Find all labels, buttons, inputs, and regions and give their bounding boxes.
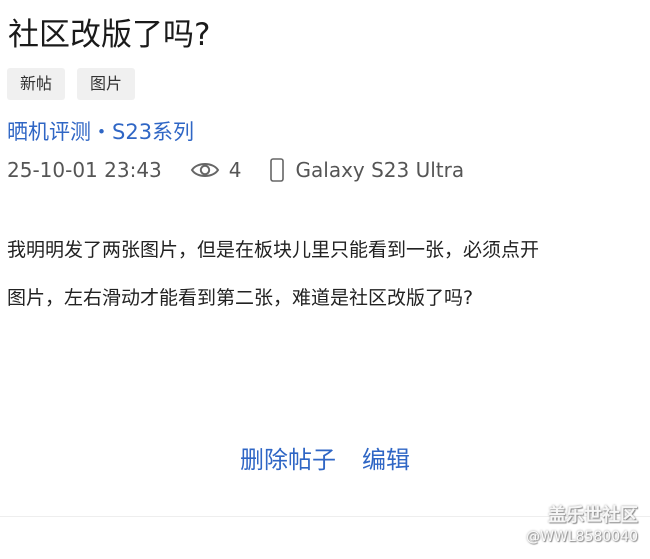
post-category-link[interactable]: 晒机评测・S23系列 <box>7 116 194 148</box>
post-body-line: 图片，左右滑动才能看到第二张，难道是社区改版了吗? <box>7 287 474 309</box>
tag-new-post[interactable]: 新帖 <box>7 68 66 100</box>
post-title: 社区改版了吗? <box>8 17 211 53</box>
edit-post-button[interactable]: 编辑 <box>362 446 410 474</box>
post-tags: 新帖 图片 <box>7 68 136 100</box>
delete-post-button[interactable]: 删除帖子 <box>240 446 336 474</box>
phone-icon <box>269 158 284 182</box>
post-meta: 25-10-01 23:43 4 Galaxy S23 Ultra <box>7 154 464 186</box>
watermark: 盖乐世社区 @WWL8580040 <box>526 505 638 547</box>
post-body: 我明明发了两张图片，但是在板块儿里只能看到一张，必须点开 图片，左右滑动才能看到… <box>7 226 643 322</box>
post-device: Galaxy S23 Ultra <box>295 158 465 182</box>
post-actions: 删除帖子 编辑 <box>0 440 650 480</box>
view-count: 4 <box>228 158 242 182</box>
eye-icon <box>190 160 220 180</box>
watermark-user: @WWL8580040 <box>526 529 638 545</box>
tag-image[interactable]: 图片 <box>77 68 136 100</box>
watermark-brand: 盖乐世社区 <box>548 505 638 526</box>
post-date: 25-10-01 23:43 <box>7 158 162 182</box>
post-body-line: 我明明发了两张图片，但是在板块儿里只能看到一张，必须点开 <box>7 239 540 261</box>
post-page: 社区改版了吗? 新帖 图片 晒机评测・S23系列 25-10-01 23:43 … <box>0 0 650 559</box>
